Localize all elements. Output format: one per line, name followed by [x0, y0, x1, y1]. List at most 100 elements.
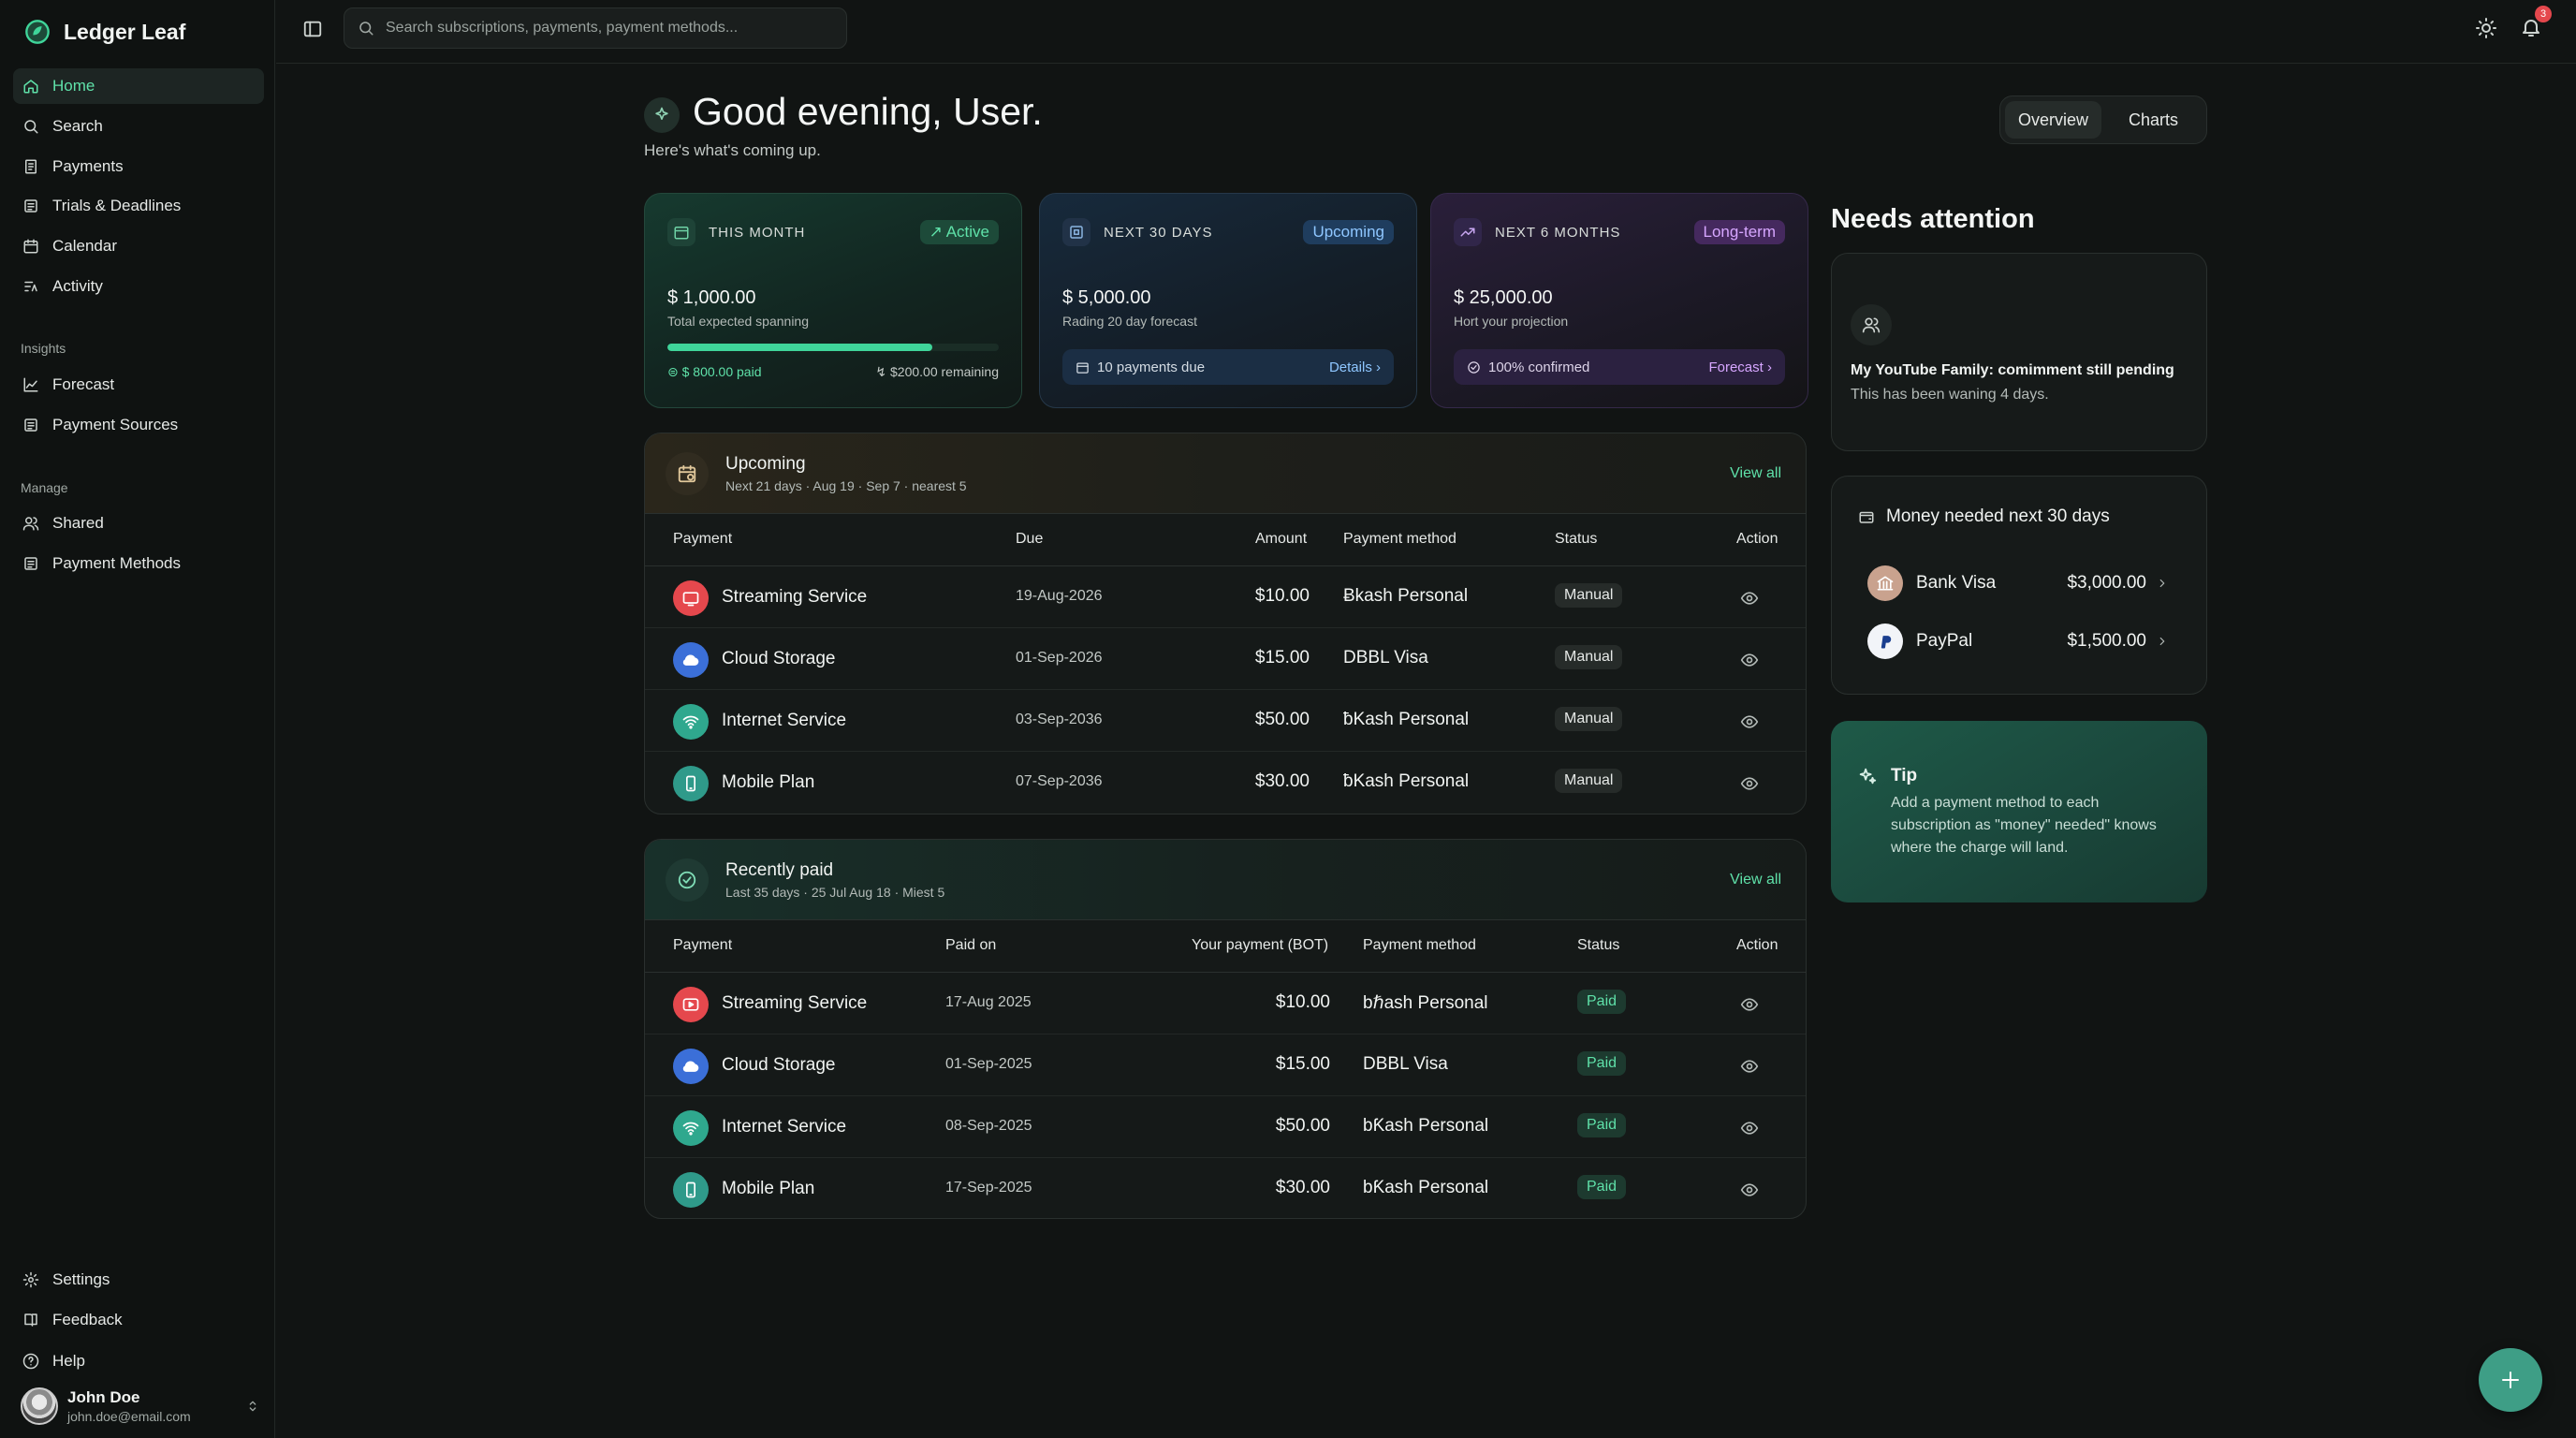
sidebar-item-settings[interactable]: Settings — [13, 1262, 264, 1298]
stat-head: THIS MONTH ↗ Active — [667, 218, 999, 246]
status-badge: Manual — [1555, 583, 1623, 608]
view-all-link[interactable]: View all — [1730, 465, 1781, 482]
attention-card[interactable]: My YouTube Family: comimment still pendi… — [1831, 253, 2207, 451]
payment-name: Mobile Plan — [722, 1179, 815, 1198]
table-row[interactable]: Mobile Plan 07-Sep-2036 $30.00 ƀKash Person… — [645, 752, 1806, 814]
source-amount: $3,000.00 — [2067, 573, 2146, 593]
chevron-up-down-icon[interactable] — [245, 1399, 260, 1414]
sidebar-item-label: Settings — [52, 1270, 110, 1288]
sidebar-item-label: Payments — [52, 157, 124, 175]
status-badge: Upcoming — [1303, 220, 1394, 244]
search-input[interactable] — [386, 20, 835, 37]
sidebar-item-label: Feedback — [52, 1311, 123, 1328]
phone-icon — [673, 766, 709, 801]
stat-card-next-30-days[interactable]: NEXT 30 DAYS Upcoming $ 5,000.00 Rading … — [1039, 193, 1417, 408]
page-title: Good evening, User. — [693, 90, 1043, 133]
details-link[interactable]: Details › — [1329, 360, 1381, 375]
sun-icon[interactable] — [2475, 17, 2497, 39]
payment-date: 08-Sep-2025 — [945, 1118, 1032, 1134]
col-action: Action — [1736, 531, 1778, 547]
check-circle-icon — [666, 858, 709, 902]
eye-icon[interactable] — [1740, 589, 1759, 608]
eye-icon[interactable] — [1740, 712, 1759, 731]
money-row-paypal[interactable]: PayPal $1,500.00 — [1867, 623, 2169, 660]
table-row[interactable]: Internet Service 08-Sep-2025 $50.00 bƘash P… — [645, 1096, 1806, 1158]
status-badge: Long-term — [1693, 220, 1785, 244]
eye-icon[interactable] — [1740, 774, 1759, 793]
table-row[interactable]: Cloud Storage 01-Sep-2025 $15.00 DBBL Visa P… — [645, 1034, 1806, 1096]
sidebar-item-label: Search — [52, 117, 103, 135]
stat-card-this-month[interactable]: THIS MONTH ↗ Active $ 1,000.00 Total exp… — [644, 193, 1022, 408]
stat-card-next-6-months[interactable]: NEXT 6 MONTHS Long-term $ 25,000.00 Hort… — [1430, 193, 1808, 408]
sidebar-item-feedback[interactable]: Feedback — [13, 1302, 264, 1338]
pill-text: 10 payments due — [1097, 359, 1206, 375]
tab-charts[interactable]: Charts — [2105, 101, 2202, 139]
money-row-bank-visa[interactable]: Bank Visa $3,000.00 — [1867, 565, 2169, 602]
eye-icon[interactable] — [1740, 1181, 1759, 1199]
sidebar-item-activity[interactable]: Activity — [13, 269, 264, 304]
eye-icon[interactable] — [1740, 651, 1759, 669]
wifi-icon — [673, 704, 709, 740]
money-needed-card: Money needed next 30 days Bank Visa $3,0… — [1831, 476, 2207, 695]
sidebar-item-home[interactable]: Home — [13, 68, 264, 104]
gear-icon — [22, 1271, 39, 1288]
sidebar-item-payment-methods[interactable]: Payment Methods — [13, 546, 264, 581]
chart-line-icon — [22, 376, 39, 393]
forecast-link[interactable]: Forecast › — [1708, 360, 1772, 375]
user-info: John Doe john.doe@email.com — [67, 1388, 191, 1424]
trending-up-icon — [1454, 218, 1482, 246]
table-row[interactable]: Streaming Service 19-Aug-2026 $10.00 Ƀkash … — [645, 566, 1806, 628]
stat-label: NEXT 6 MONTHS — [1495, 224, 1621, 241]
chevron-right-icon — [2156, 577, 2169, 590]
attention-item-title: My YouTube Family: comimment still pendi… — [1851, 362, 2174, 378]
stat-label: THIS MONTH — [709, 224, 806, 241]
table-body: Streaming Service 19-Aug-2026 $10.00 Ƀkash … — [645, 566, 1806, 814]
calendar-icon — [1076, 360, 1090, 374]
sidebar-item-label: Shared — [52, 514, 104, 532]
table-row[interactable]: Internet Service 03-Sep-2036 $50.00 ƀKash P… — [645, 690, 1806, 752]
sidebar-item-trials[interactable]: Trials & Deadlines — [13, 188, 264, 224]
search-bar[interactable] — [344, 7, 847, 49]
play-icon — [673, 987, 709, 1022]
table-row[interactable]: Cloud Storage 01-Sep-2026 $15.00 DBBL Visa M… — [645, 628, 1806, 690]
sidebar-item-payments[interactable]: Payments — [13, 149, 264, 184]
eye-icon[interactable] — [1740, 995, 1759, 1014]
stat-pill[interactable]: 100% confirmed Forecast › — [1454, 349, 1785, 385]
table-row[interactable]: Mobile Plan 17-Sep-2025 $30.00 bƘash Person… — [645, 1158, 1806, 1218]
sidebar-item-payment-sources[interactable]: Payment Sources — [13, 407, 264, 443]
status-badge: Paid — [1577, 990, 1627, 1014]
sidebar-item-help[interactable]: Help — [13, 1343, 264, 1379]
sidebar-item-search[interactable]: Search — [13, 109, 264, 144]
calendar-icon — [667, 218, 695, 246]
eye-icon[interactable] — [1740, 1119, 1759, 1137]
add-button[interactable] — [2479, 1348, 2542, 1412]
cloud-icon — [673, 1049, 709, 1084]
sidebar-item-calendar[interactable]: Calendar — [13, 228, 264, 264]
table-subtitle: Next 21 days · Aug 19 · Sep 7 · nearest … — [725, 478, 967, 493]
payment-name: Internet Service — [722, 1117, 847, 1137]
stat-pill[interactable]: 10 payments due Details › — [1062, 349, 1394, 385]
sidebar-toggle-icon[interactable] — [302, 19, 323, 39]
search-icon — [358, 20, 374, 37]
help-icon — [22, 1353, 39, 1370]
users-icon — [22, 515, 39, 532]
brand[interactable]: Ledger Leaf — [24, 13, 185, 51]
payment-date: 01-Sep-2025 — [945, 1056, 1032, 1072]
sidebar-item-forecast[interactable]: Forecast — [13, 367, 264, 403]
table-row[interactable]: Streaming Service 17-Aug 2025 $10.00 bℏash … — [645, 973, 1806, 1034]
tab-overview[interactable]: Overview — [2005, 101, 2101, 139]
view-all-link[interactable]: View all — [1730, 872, 1781, 888]
phone-icon — [673, 1172, 709, 1208]
user-menu[interactable]: John Doe john.doe@email.com — [21, 1387, 260, 1425]
col-status: Status — [1555, 531, 1598, 547]
eye-icon[interactable] — [1740, 1057, 1759, 1076]
home-icon — [22, 78, 39, 95]
payment-name: Mobile Plan — [722, 772, 815, 792]
money-needed-header: Money needed next 30 days — [1858, 506, 2110, 527]
payment-method: DBBL Visa — [1363, 1054, 1448, 1074]
stat-subtitle: Rading 20 day forecast — [1062, 314, 1197, 329]
sidebar-item-label: Home — [52, 77, 95, 95]
stat-amount: $ 1,000.00 — [667, 287, 756, 308]
sidebar-item-shared[interactable]: Shared — [13, 506, 264, 541]
tip-card: Tip Add a payment method to each subscri… — [1831, 721, 2207, 902]
